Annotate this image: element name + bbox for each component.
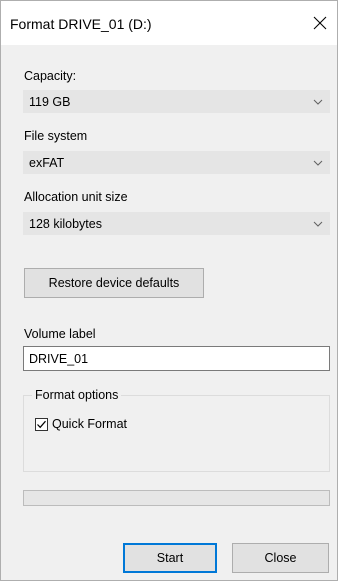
checkbox-box[interactable]	[35, 417, 48, 431]
start-button[interactable]: Start	[123, 543, 217, 573]
dialog-title: Format DRIVE_01 (D:)	[10, 16, 152, 32]
allocation-unit-value: 128 kilobytes	[29, 217, 102, 231]
format-dialog: Format DRIVE_01 (D:) Capacity: 119 GB Fi…	[0, 0, 338, 581]
checkmark-icon	[37, 420, 46, 428]
volume-label-input[interactable]	[24, 347, 329, 370]
close-icon	[313, 16, 327, 30]
volume-label-field[interactable]	[23, 346, 330, 371]
format-options-title: Format options	[32, 388, 122, 402]
format-progress-bar	[23, 490, 330, 506]
close-button[interactable]: Close	[232, 543, 329, 573]
file-system-label: File system	[24, 129, 88, 143]
capacity-value: 119 GB	[29, 95, 71, 109]
allocation-unit-dropdown[interactable]: 128 kilobytes	[23, 212, 330, 235]
format-options-group	[23, 395, 330, 472]
quick-format-checkbox[interactable]: Quick Format	[35, 416, 127, 432]
chevron-down-icon	[313, 98, 323, 106]
close-window-button[interactable]	[307, 10, 333, 36]
capacity-label: Capacity:	[24, 69, 77, 83]
chevron-down-icon	[313, 159, 323, 167]
quick-format-label: Quick Format	[52, 417, 128, 431]
capacity-dropdown[interactable]: 119 GB	[23, 90, 330, 113]
chevron-down-icon	[313, 220, 323, 228]
volume-label-label: Volume label	[24, 327, 96, 341]
file-system-dropdown[interactable]: exFAT	[23, 151, 330, 174]
title-bar: Format DRIVE_01 (D:)	[1, 1, 337, 45]
restore-defaults-button[interactable]: Restore device defaults	[24, 268, 204, 298]
file-system-value: exFAT	[29, 156, 65, 170]
allocation-unit-label: Allocation unit size	[24, 190, 128, 204]
